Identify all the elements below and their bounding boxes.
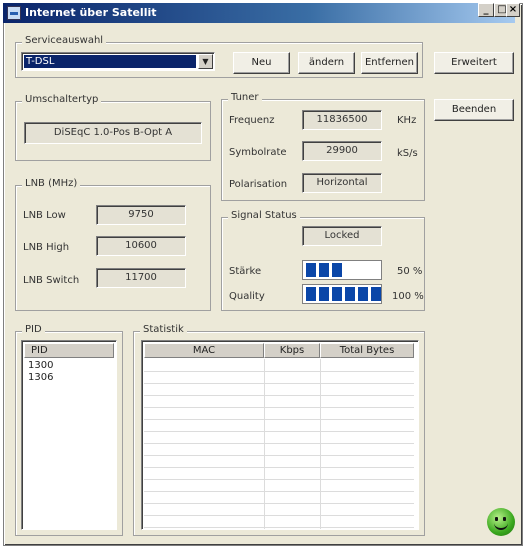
table-row-line <box>144 491 414 492</box>
pid-column-header[interactable]: PID <box>24 343 114 358</box>
quality-segment <box>345 287 355 301</box>
table-row-line <box>144 515 414 516</box>
table-row-line <box>144 527 414 528</box>
table-row-line <box>144 419 414 420</box>
pid-legend: PID <box>22 324 45 335</box>
table-row-line <box>144 455 414 456</box>
quality-segment <box>358 287 368 301</box>
stats-legend: Statistik <box>140 324 187 335</box>
lnb-switch-value: 11700 <box>96 268 186 288</box>
table-column-line <box>264 359 265 529</box>
list-item[interactable]: 1306 <box>28 372 53 383</box>
quality-value: 100 % <box>392 291 424 302</box>
quality-segment <box>306 287 316 301</box>
stats-table[interactable]: MAC Kbps Total Bytes <box>141 340 419 530</box>
minimize-button[interactable]: _ <box>478 3 494 17</box>
strength-value: 50 % <box>397 266 423 277</box>
lnb-low-value: 9750 <box>96 205 186 225</box>
signal-status-value: Locked <box>302 226 382 246</box>
lnb-legend: LNB (MHz) <box>22 178 81 189</box>
tuner-legend: Tuner <box>228 92 262 103</box>
strength-meter <box>302 260 382 280</box>
table-row-line <box>144 383 414 384</box>
smiley-icon <box>487 508 515 536</box>
service-select[interactable]: T-DSL ▼ <box>21 52 215 71</box>
quality-label: Quality <box>229 291 265 302</box>
new-button[interactable]: Neu <box>233 52 290 74</box>
frequency-value: 11836500 <box>302 110 382 130</box>
table-row-line <box>144 479 414 480</box>
strength-segment <box>306 263 316 277</box>
table-row-line <box>144 467 414 468</box>
strength-segment <box>332 263 342 277</box>
app-icon <box>7 6 21 20</box>
frequency-unit: KHz <box>397 115 417 126</box>
advanced-button[interactable]: Erweitert <box>434 52 514 74</box>
strength-segment <box>319 263 329 277</box>
close-button[interactable]: × <box>506 3 520 17</box>
change-button[interactable]: ändern <box>298 52 355 74</box>
kbps-column-header[interactable]: Kbps <box>264 343 320 358</box>
signal-legend: Signal Status <box>228 210 300 221</box>
chevron-down-icon[interactable]: ▼ <box>198 54 213 69</box>
lnb-low-label: LNB Low <box>23 210 66 221</box>
mac-column-header[interactable]: MAC <box>144 343 264 358</box>
exit-button[interactable]: Beenden <box>434 99 514 121</box>
service-selected: T-DSL <box>24 55 196 68</box>
quality-meter <box>302 284 382 304</box>
table-row-line <box>144 407 414 408</box>
quality-segment <box>319 287 329 301</box>
table-row-line <box>144 371 414 372</box>
symbolrate-unit: kS/s <box>397 148 418 159</box>
frequency-label: Frequenz <box>229 115 275 126</box>
window-title: Internet über Satellit <box>25 6 157 19</box>
lnb-high-value: 10600 <box>96 236 186 256</box>
table-column-line <box>320 359 321 529</box>
lnb-switch-label: LNB Switch <box>23 275 80 286</box>
symbolrate-value: 29900 <box>302 141 382 161</box>
switch-type-value: DiSEqC 1.0-Pos B-Opt A <box>24 122 202 144</box>
list-item[interactable]: 1300 <box>28 360 53 371</box>
lnb-high-label: LNB High <box>23 242 70 253</box>
switch-legend: Umschaltertyp <box>22 94 102 105</box>
table-row-line <box>144 503 414 504</box>
polarisation-value: Horizontal <box>302 173 382 193</box>
table-row-line <box>144 395 414 396</box>
title-bar[interactable]: Internet über Satellit <box>3 3 515 23</box>
table-row-line <box>144 431 414 432</box>
remove-button[interactable]: Entfernen <box>361 52 418 74</box>
table-row-line <box>144 443 414 444</box>
strength-label: Stärke <box>229 266 262 277</box>
pid-list[interactable]: PID 1300 1306 <box>21 340 117 530</box>
service-legend: Serviceauswahl <box>22 35 107 46</box>
quality-segment <box>371 287 381 301</box>
symbolrate-label: Symbolrate <box>229 147 287 158</box>
total-bytes-column-header[interactable]: Total Bytes <box>320 343 414 358</box>
quality-segment <box>332 287 342 301</box>
polarisation-label: Polarisation <box>229 179 288 190</box>
